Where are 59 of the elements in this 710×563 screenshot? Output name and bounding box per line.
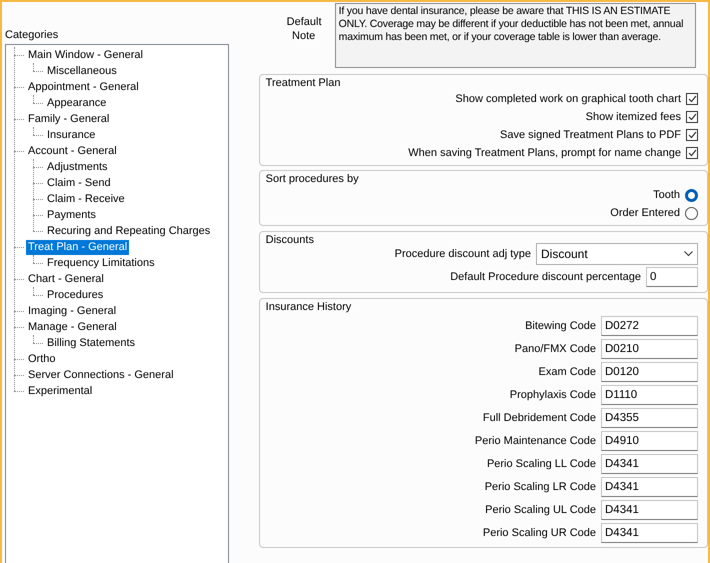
tree-item[interactable]: Chart - General	[26, 272, 106, 286]
tree-item[interactable]: Claim - Receive	[45, 192, 127, 206]
group-title: Insurance History	[266, 301, 352, 314]
tree-item[interactable]: Insurance	[45, 128, 98, 142]
field-label: Perio Scaling UL Code	[485, 504, 596, 516]
input-field[interactable]: D4341	[601, 454, 698, 474]
adj-type-dropdown[interactable]: Discount	[536, 243, 698, 265]
field-label: Pano/FMX Code	[514, 342, 596, 354]
field-label: Full Debridement Code	[482, 412, 596, 424]
tree-item[interactable]: Experimental	[26, 384, 94, 398]
tree-item[interactable]: Adjustments	[45, 160, 110, 174]
tree-item[interactable]: Server Connections - General	[26, 368, 176, 382]
field-label: Perio Scaling LL Code	[486, 458, 596, 470]
field-label: Perio Maintenance Code	[474, 434, 596, 446]
default-note-field[interactable]: If you have dental insurance, please be aware that THIS IS AN ESTIMATE ONLY. Coverage may be different if your deductible has not been met, annual maximum has been met, or if your coverage table is lower than average.	[334, 3, 696, 68]
checkbox-label: Show itemized fees	[586, 111, 681, 123]
tree-item[interactable]: Payments	[45, 208, 98, 222]
input-field[interactable]: D1110	[601, 384, 698, 404]
tree-item[interactable]: Billing Statements	[45, 336, 138, 350]
tree-item[interactable]: Miscellaneous	[45, 64, 119, 78]
input-field[interactable]: D0210	[601, 338, 698, 358]
field-label: Exam Code	[538, 366, 596, 378]
group-title: Discounts	[266, 234, 314, 247]
tree-item[interactable]: Manage - General	[26, 320, 119, 334]
tree-item[interactable]: Family - General	[26, 112, 112, 126]
field-label: Default Procedure discount percentage	[450, 271, 641, 283]
input-field[interactable]: D4341	[601, 500, 698, 520]
tree-item[interactable]: Appearance	[45, 96, 108, 110]
checkbox-label: Show completed work on graphical tooth chart	[455, 93, 681, 105]
field-label: Procedure discount adj type	[394, 248, 531, 260]
categories-label: Categories	[5, 28, 60, 42]
input-field[interactable]: D4341	[601, 476, 698, 496]
field-label: Bitewing Code	[525, 320, 596, 332]
group-title: Treatment Plan	[266, 77, 340, 90]
tree-item[interactable]: Main Window - General	[26, 48, 145, 62]
input-field[interactable]: D4355	[601, 408, 698, 428]
checkbox-label: Save signed Treatment Plans to PDF	[500, 129, 681, 141]
tree-item[interactable]: Ortho	[26, 352, 58, 366]
tree-item[interactable]: Procedures	[45, 288, 106, 302]
tree-item[interactable]: Account - General	[26, 144, 119, 158]
tree-item[interactable]: Recuring and Repeating Charges	[45, 224, 212, 238]
checkbox-label: When saving Treatment Plans, prompt for name change	[408, 147, 681, 159]
field-label: Perio Scaling UR Code	[482, 526, 596, 538]
input-field[interactable]: 0	[646, 267, 698, 287]
input-field[interactable]: D4910	[601, 430, 698, 450]
input-field[interactable]: D4341	[601, 522, 698, 542]
group-title: Sort procedures by	[266, 173, 359, 186]
input-field[interactable]: D0272	[601, 316, 698, 336]
input-field[interactable]: D0120	[601, 362, 698, 382]
radio-label: Tooth	[653, 189, 680, 201]
field-label: Prophylaxis Code	[510, 388, 596, 400]
tree-item[interactable]: Treat Plan - General	[26, 240, 130, 254]
default-note-label: Default Note	[286, 15, 321, 43]
tree-item[interactable]: Appointment - General	[26, 80, 141, 94]
tree-item[interactable]: Imaging - General	[26, 304, 118, 318]
field-label: Perio Scaling LR Code	[484, 480, 596, 492]
radio-label: Order Entered	[610, 207, 680, 219]
tree-item[interactable]: Claim - Send	[45, 176, 113, 190]
tree-item[interactable]: Frequency Limitations	[45, 256, 157, 270]
